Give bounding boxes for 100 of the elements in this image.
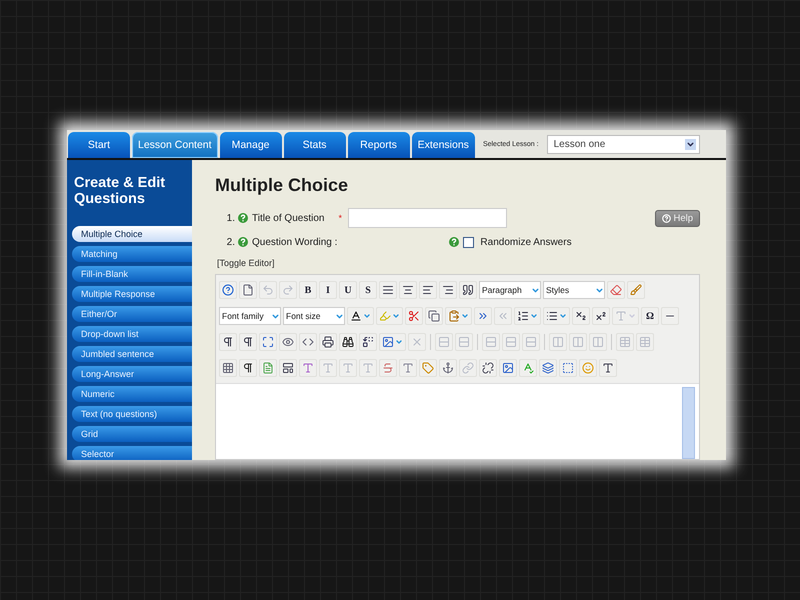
format-button[interactable]: B [299,281,317,299]
toolbar-button[interactable] [514,307,541,325]
image-icon [382,336,394,348]
align-left-icon [422,284,434,296]
help-icon[interactable] [449,237,460,247]
clipboard-icon [448,310,460,322]
dashed-square-icon [562,362,574,374]
sidebar-item[interactable]: Drop-down list [72,326,192,342]
toolbar-button[interactable] [347,307,374,325]
code-icon [302,336,314,348]
nav-tab[interactable]: Reports [348,132,410,158]
letter-a-icon [602,362,614,374]
help-icon[interactable] [238,213,248,223]
table-row-icon [485,336,497,348]
letter-a-icon [362,362,374,374]
style-select[interactable]: Font size [283,307,345,325]
table-row-icon [438,336,450,348]
format-button[interactable]: Ω [641,307,659,325]
sidebar-item[interactable]: Text (no questions) [72,406,192,422]
sidebar-item[interactable]: Selector [72,446,192,460]
replace-icon [362,336,374,348]
toolbar-button[interactable] [599,359,617,377]
question-number: 2. [226,236,235,248]
link-icon [462,362,474,374]
sidebar-item[interactable]: Grid [72,426,192,442]
binoculars-icon [342,336,354,348]
toolbar-button[interactable] [239,333,257,351]
caret-icon [335,312,344,320]
format-button[interactable]: I [319,281,337,299]
style-select[interactable]: Styles [543,281,605,299]
table-icon [639,336,651,348]
help-icon [222,284,234,296]
dropdown-icon [684,138,696,150]
unlink-icon [482,362,494,374]
table-row-icon [458,336,470,348]
caret-icon [559,312,567,320]
sidebar-item[interactable]: Jumbled sentence [72,346,192,362]
nav-tab[interactable]: Lesson Content [132,132,218,158]
caret-icon [595,286,604,294]
nav-tab[interactable]: Extensions [412,132,475,158]
toolbar-button[interactable] [379,281,397,299]
anchor-icon [442,362,454,374]
quote-icon [462,284,474,296]
toggle-editor-link[interactable]: [Toggle Editor] [217,258,700,268]
align-right-icon [442,284,454,296]
tag-icon [422,362,434,374]
toolbar-button[interactable] [399,281,417,299]
title-input-field[interactable] [348,208,507,228]
spellcheck-icon [522,362,534,374]
toolbar-button[interactable] [479,359,497,377]
toolbar-button[interactable] [339,333,357,351]
toolbar-button[interactable] [592,307,610,325]
style-select[interactable]: Font family [219,307,281,325]
toolbar-button[interactable] [543,307,570,325]
toolbar-button[interactable] [439,281,457,299]
printer-icon [322,336,334,348]
toolbar-button[interactable] [319,333,337,351]
redo-icon [282,284,294,296]
sidebar-item[interactable]: Numeric [72,386,192,402]
image-icon [502,362,514,374]
toolbar-button[interactable] [572,307,590,325]
checkbox-label: Randomize Answers [480,236,572,248]
sidebar-item[interactable]: Matching [72,246,192,262]
toolbar-button[interactable] [359,333,377,351]
help-icon[interactable] [238,237,248,247]
superscript-icon [595,310,607,322]
question-number: 1. [226,212,235,224]
delete-icon [411,336,423,348]
randomize-checkbox[interactable] [463,236,474,248]
format-button[interactable]: S [359,281,377,299]
sidebar-item[interactable]: Long-Answer [72,366,192,382]
help-icon [662,214,672,222]
pilcrow-icon [222,336,234,348]
toolbar-button[interactable] [459,281,477,299]
sidebar-item[interactable]: Multiple Response [72,286,192,302]
strikethrough-icon [382,362,394,374]
pilcrow-icon [242,362,254,374]
toolbar-button[interactable] [279,359,297,377]
template-icon [282,362,294,374]
table-row-icon [525,336,537,348]
sidebar-item[interactable]: Fill-in-Blank [72,266,192,282]
nav-tab[interactable]: Stats [284,132,346,158]
format-button[interactable]: U [339,281,357,299]
pilcrow-icon [242,336,254,348]
scrollbar[interactable] [682,387,695,459]
nav-tab[interactable]: Manage [220,132,282,158]
nav-tab[interactable]: Start [68,132,130,158]
toolbar-button[interactable] [419,281,437,299]
toolbar-button[interactable] [661,307,679,325]
help-button[interactable]: Help [655,210,700,226]
letter-a-icon [342,362,354,374]
toolbar-button[interactable] [219,333,237,351]
style-select[interactable]: Paragraph [479,281,541,299]
lesson-select[interactable]: Lesson one [546,134,700,154]
toolbar-button[interactable] [239,359,257,377]
sidebar-item[interactable]: Either/Or [72,306,192,322]
layers-icon [542,362,554,374]
sidebar-title: Create & Edit Questions [74,175,166,207]
sidebar-item[interactable]: Multiple Choice [72,226,192,242]
caret-icon [531,286,540,294]
